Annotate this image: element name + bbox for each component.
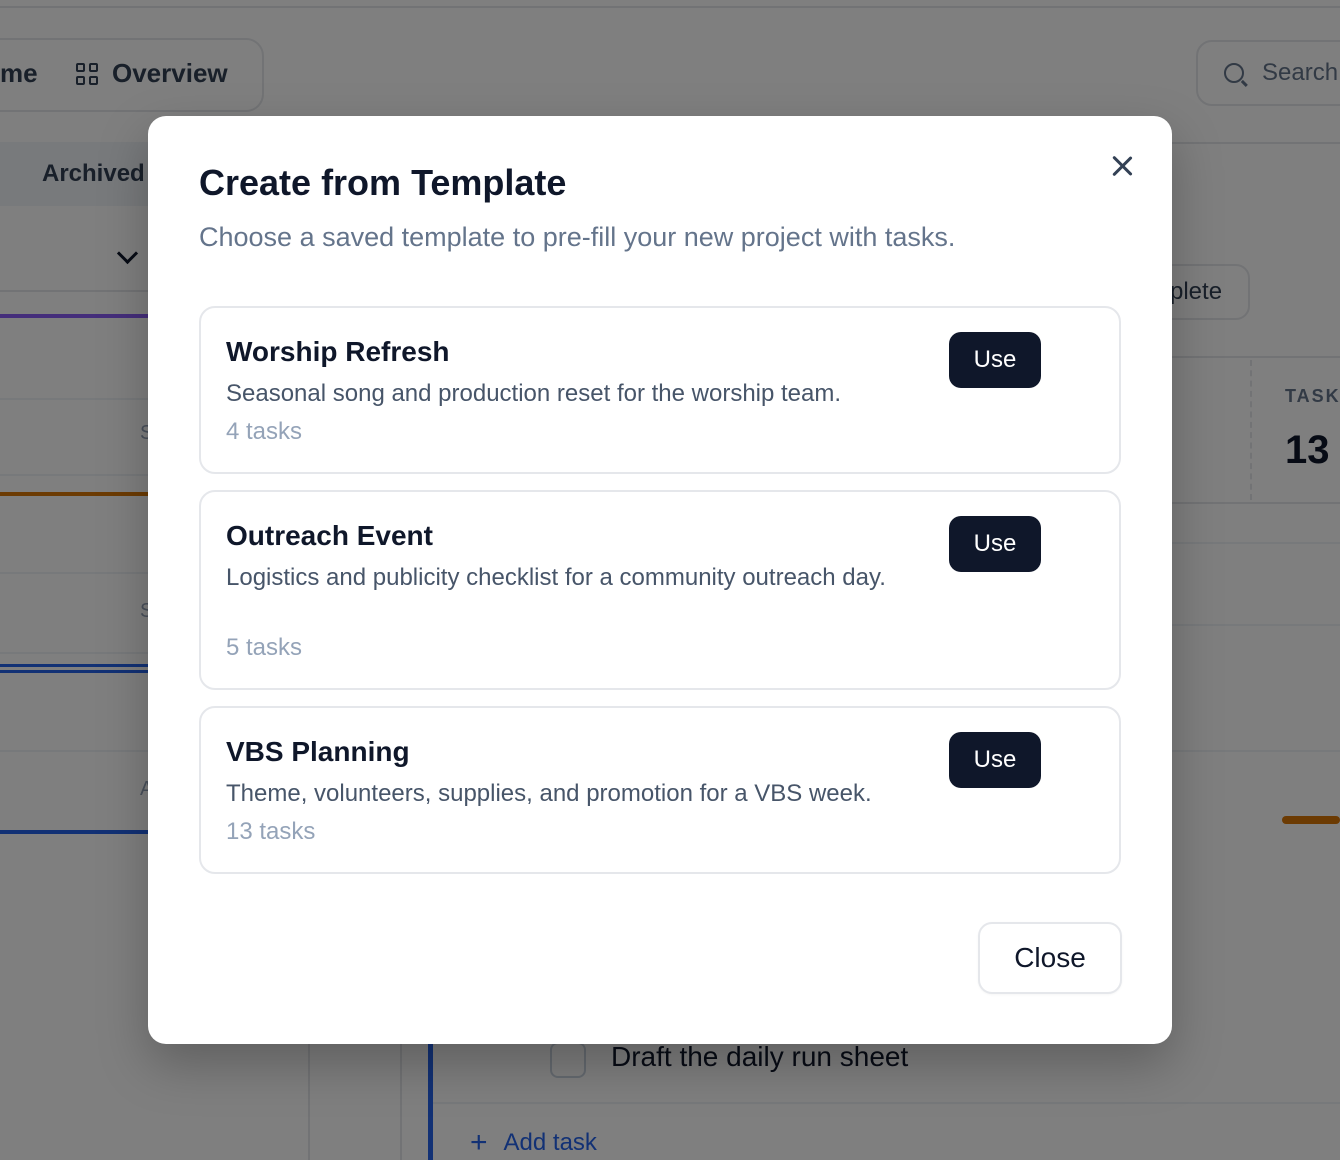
template-card: Worship Refresh Seasonal song and produc… <box>199 306 1121 474</box>
close-button[interactable]: Close <box>978 922 1122 994</box>
template-name: Worship Refresh <box>226 336 450 367</box>
template-task-count: 13 tasks <box>226 818 316 845</box>
use-template-button[interactable]: Use <box>949 332 1041 388</box>
template-name: Outreach Event <box>226 520 433 551</box>
use-template-button[interactable]: Use <box>949 732 1041 788</box>
template-description: Logistics and publicity checklist for a … <box>226 564 886 591</box>
template-card: VBS Planning Theme, volunteers, supplies… <box>199 706 1121 874</box>
use-template-button[interactable]: Use <box>949 516 1041 572</box>
dialog-subtitle: Choose a saved template to pre-fill your… <box>199 222 956 252</box>
create-from-template-dialog: Create from Template Choose a saved temp… <box>148 116 1172 1044</box>
template-description: Theme, volunteers, supplies, and promoti… <box>226 780 872 807</box>
template-task-count: 5 tasks <box>226 634 303 661</box>
close-icon[interactable] <box>1106 150 1138 182</box>
template-task-count: 4 tasks <box>226 418 303 445</box>
template-card: Outreach Event Logistics and publicity c… <box>199 490 1121 690</box>
template-name: VBS Planning <box>226 736 410 767</box>
dialog-title: Create from Template <box>199 162 567 203</box>
template-description: Seasonal song and production reset for t… <box>226 380 842 407</box>
